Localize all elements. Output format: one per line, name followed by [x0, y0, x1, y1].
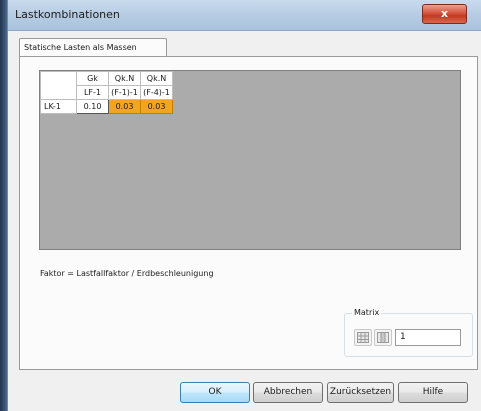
matrix-input[interactable]: 1	[395, 329, 461, 346]
tab-label: Statische Lasten als Massen	[24, 43, 137, 52]
grid-corner	[40, 71, 77, 100]
grid-table: Gk Qk.N Qk.N LF-1 (F-1)-1 (F-4)-1 LK-1 0…	[40, 71, 173, 114]
tab-statische-lasten[interactable]: Statische Lasten als Massen	[19, 38, 167, 56]
column-subheader[interactable]: LF-1	[76, 85, 109, 100]
column-subheader[interactable]: (F-1)-1	[108, 85, 141, 100]
matrix-label: Matrix	[352, 308, 382, 317]
matrix-columns-icon	[377, 332, 389, 343]
grid-header-row-top: Gk Qk.N Qk.N	[40, 71, 173, 100]
load-combination-grid[interactable]: Gk Qk.N Qk.N LF-1 (F-1)-1 (F-4)-1 LK-1 0…	[39, 70, 461, 250]
ok-button[interactable]: OK	[180, 382, 250, 403]
grid-cell-highlighted[interactable]: 0.03	[108, 99, 141, 114]
background-strip	[0, 0, 7, 411]
column-header[interactable]: Gk	[76, 71, 109, 86]
reset-button[interactable]: Zurücksetzen	[327, 382, 394, 403]
dialog-window: Lastkombinationen x Statische Lasten als…	[7, 0, 481, 411]
window-title: Lastkombinationen	[15, 8, 120, 21]
column-header[interactable]: Qk.N	[108, 71, 141, 86]
column-subheader[interactable]: (F-4)-1	[140, 85, 173, 100]
matrix-grid-button[interactable]	[354, 329, 372, 346]
matrix-grid-icon	[357, 332, 369, 343]
tab-panel: Gk Qk.N Qk.N LF-1 (F-1)-1 (F-4)-1 LK-1 0…	[19, 56, 478, 370]
column-header[interactable]: Qk.N	[140, 71, 173, 86]
table-row: LK-1 0.10 0.03 0.03	[40, 99, 173, 114]
row-header[interactable]: LK-1	[40, 99, 77, 114]
help-button[interactable]: Hilfe	[398, 382, 468, 403]
title-bar[interactable]: Lastkombinationen x	[8, 0, 481, 31]
grid-cell[interactable]: 0.10	[76, 99, 109, 114]
factor-note: Faktor = Lastfallfaktor / Erdbeschleunig…	[40, 269, 214, 278]
matrix-group: Matrix 1	[344, 308, 473, 357]
matrix-columns-button[interactable]	[374, 329, 392, 346]
close-button[interactable]: x	[422, 4, 467, 24]
cancel-button[interactable]: Abbrechen	[253, 382, 323, 403]
close-icon: x	[440, 7, 449, 20]
grid-cell-highlighted[interactable]: 0.03	[140, 99, 173, 114]
